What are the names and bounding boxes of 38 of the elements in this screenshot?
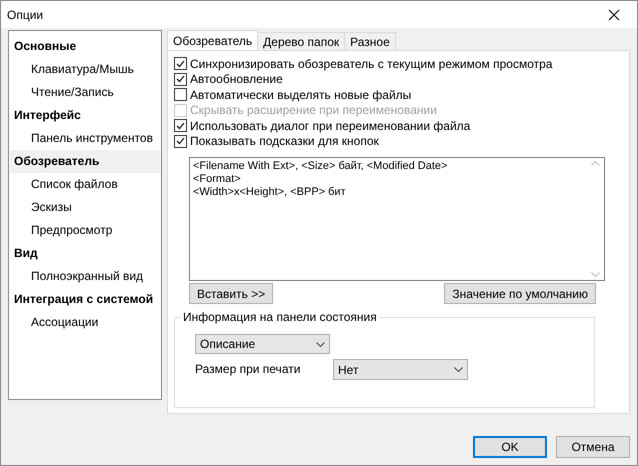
checkbox[interactable] — [174, 57, 187, 70]
print-size-label: Размер при печати — [195, 361, 302, 376]
sidebar-item[interactable]: Полноэкранный вид — [10, 265, 160, 288]
tab[interactable]: Дерево папок — [257, 32, 346, 50]
cancel-button[interactable]: Отмена — [556, 436, 630, 458]
caret-icon — [454, 367, 463, 372]
checkbox[interactable] — [174, 119, 187, 132]
sidebar-item[interactable]: Список файлов — [10, 173, 160, 196]
insert-button[interactable]: Вставить >> — [189, 283, 274, 304]
info-dropdown[interactable]: Описание — [195, 334, 330, 354]
sidebar-item[interactable]: Вид — [10, 242, 160, 265]
checkbox[interactable] — [174, 72, 187, 86]
sidebar-item[interactable]: Обозреватель — [10, 150, 160, 173]
sidebar-item[interactable]: Ассоциации — [10, 311, 160, 334]
sidebar-item[interactable]: Клавиатура/Мышь — [10, 58, 160, 81]
sidebar-item[interactable]: Панель инструментов — [10, 127, 160, 150]
sidebar-item[interactable]: Интеграция с системой — [10, 288, 160, 311]
sidebar-item[interactable]: Интерфейс — [10, 104, 160, 127]
caret-icon — [316, 342, 325, 347]
checkbox-label: Автообновление — [190, 72, 283, 86]
checkbox-label: Синхронизировать обозреватель с текущим режимом просмотра — [190, 56, 552, 71]
print-size-dropdown[interactable]: Нет — [333, 359, 468, 380]
sidebar-item[interactable]: Чтение/Запись — [10, 81, 160, 104]
tab[interactable]: Обозреватель — [167, 30, 258, 50]
tab[interactable]: Разное — [344, 32, 396, 50]
checkbox-label: Показывать подсказки для кнопок — [190, 134, 379, 148]
checkbox-label: Использовать диалог при переименовании файла — [190, 118, 470, 133]
checkbox-label: Автоматически выделять новые файлы — [190, 88, 412, 102]
window-title: Опции — [7, 8, 44, 22]
group-title: Информация на панели состояния — [181, 310, 379, 324]
default-button[interactable]: Значение по умолчанию — [444, 283, 596, 304]
sidebar-item[interactable]: Основные — [10, 35, 160, 58]
ok-button[interactable]: OK — [473, 436, 547, 458]
sidebar-item[interactable]: Эскизы — [10, 196, 160, 219]
checkbox-label: Скрывать расширение при переименовании — [190, 103, 437, 118]
sidebar-item[interactable]: Предпросмотр — [10, 219, 160, 242]
checkbox[interactable] — [174, 88, 187, 102]
checkbox[interactable] — [174, 134, 187, 148]
